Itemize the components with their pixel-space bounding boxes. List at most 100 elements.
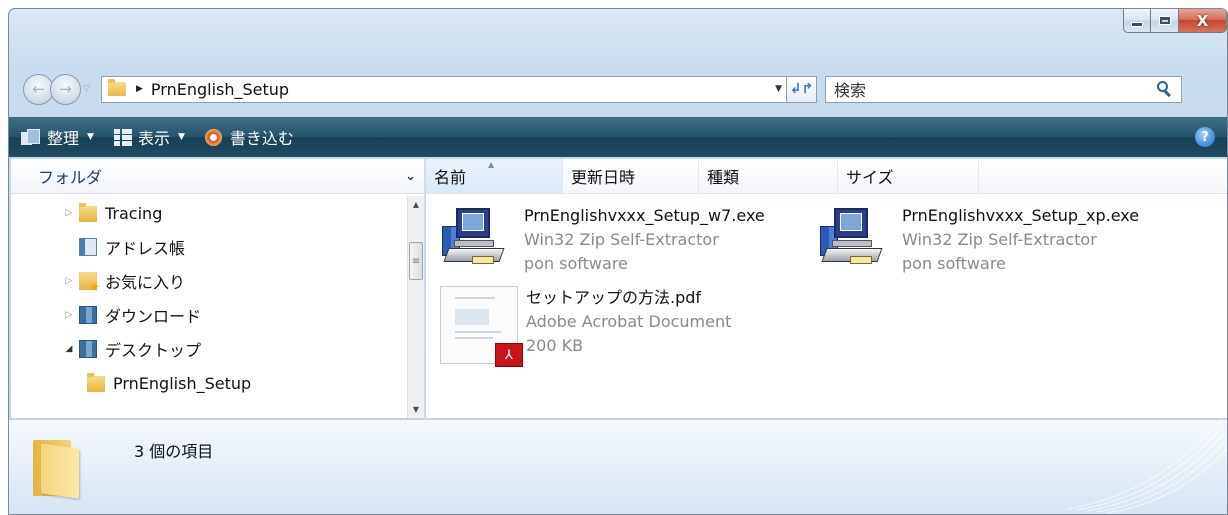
close-icon: X (1196, 11, 1209, 30)
scroll-down-icon[interactable]: ▼ (408, 401, 424, 418)
views-label: 表示 (137, 129, 170, 148)
chevron-down-icon[interactable]: ⌄ (405, 169, 416, 184)
organize-icon (21, 129, 40, 145)
file-type: Win32 Zip Self-Extractor (524, 230, 719, 249)
minimize-button[interactable] (1123, 9, 1151, 33)
folder-icon (33, 436, 79, 499)
tree-item-label: お気に入り (105, 273, 186, 292)
scroll-thumb[interactable]: ≡ (409, 242, 423, 280)
organize-button[interactable]: 整理 ▼ (21, 125, 94, 149)
file-type: Adobe Acrobat Document (526, 312, 732, 331)
tree-item-desktop[interactable]: ◢ デスクトップ (11, 332, 404, 366)
folder-icon (79, 203, 97, 222)
file-tile[interactable]: PrnEnglishvxxx_Setup_xp.exe Win32 Zip Se… (816, 204, 1139, 282)
installer-icon (816, 204, 894, 282)
item-count: 3 個の項目 (134, 442, 214, 461)
chevron-down-icon: ▼ (177, 132, 185, 142)
caption-buttons: X (1123, 9, 1227, 37)
folder-icon (87, 373, 105, 392)
tree-item-label: PrnEnglish_Setup (113, 373, 252, 393)
help-icon[interactable]: ? (1195, 127, 1215, 147)
column-headers: ▲ 名前 更新日時 種類 サイズ (426, 159, 1227, 194)
column-header-size[interactable]: サイズ (838, 159, 979, 193)
tree-item-downloads[interactable]: ▷ ダウンロード (11, 298, 404, 332)
burn-button[interactable]: 書き込む (204, 125, 294, 149)
folder-tree: ▷ Tracing アドレス帳 ▷ お気に入り ▷ ダウンロード ◢ (11, 196, 404, 400)
installer-icon (438, 204, 516, 282)
chevron-down-icon: ▼ (87, 132, 94, 142)
folder-pane-scrollbar[interactable]: ▲ ≡ ▼ (407, 196, 424, 418)
search-icon[interactable] (1157, 81, 1173, 98)
close-button[interactable]: X (1179, 9, 1227, 33)
search-placeholder: 検索 (834, 81, 867, 100)
maximize-icon (1158, 16, 1171, 25)
column-header-label: 名前 (434, 168, 467, 187)
refresh-button[interactable]: ↲↱ (787, 75, 817, 103)
search-input[interactable]: 検索 (825, 75, 1182, 103)
decorative-swoosh-icon (1066, 418, 1227, 514)
file-publisher: pon software (902, 254, 1006, 273)
column-header-date[interactable]: 更新日時 (563, 159, 699, 193)
address-dropdown-icon[interactable]: ▼ (775, 84, 782, 94)
folder-icon (108, 79, 126, 96)
tree-item-label: アドレス帳 (105, 239, 186, 258)
file-publisher: pon software (524, 254, 628, 273)
tree-item-favorites[interactable]: ▷ お気に入り (11, 264, 404, 298)
maximize-button[interactable] (1151, 9, 1179, 33)
file-list: ▲ 名前 更新日時 種類 サイズ PrnEnglishvxxx_Setup_w7… (426, 159, 1227, 418)
file-name: セットアップの方法.pdf (526, 288, 702, 307)
tree-item-label: デスクトップ (105, 341, 202, 360)
pdf-icon: ⅄ (495, 343, 523, 367)
folder-pane-title: フォルダ (38, 168, 103, 187)
tree-item-address-book[interactable]: アドレス帳 (11, 230, 404, 264)
scroll-up-icon[interactable]: ▲ (408, 196, 424, 213)
disc-burn-icon (204, 128, 222, 146)
explorer-window: X ← → ▽ ▶ PrnEnglish_Setup ▼ ↲↱ 検索 整理 ▼ … (8, 8, 1228, 515)
tree-item-label: Tracing (105, 203, 163, 223)
sort-ascending-icon: ▲ (488, 160, 495, 169)
refresh-icon: ↲↱ (789, 81, 814, 97)
breadcrumb[interactable]: PrnEnglish_Setup (151, 80, 289, 99)
expand-arrow-icon[interactable]: ▷ (63, 208, 75, 218)
tree-item-prnenglish-setup[interactable]: PrnEnglish_Setup (11, 366, 404, 400)
file-tile[interactable]: ⅄ セットアップの方法.pdf Adobe Acrobat Document 2… (440, 286, 732, 367)
tree-item-label: ダウンロード (105, 307, 202, 326)
details-pane: 3 個の項目 (9, 418, 1227, 514)
folder-pane: フォルダ ⌄ ▷ Tracing アドレス帳 ▷ お気に入り ▷ ダ (11, 159, 425, 418)
column-header-label: 種類 (707, 168, 740, 187)
address-book-icon (79, 238, 97, 256)
forward-button[interactable]: → (50, 73, 81, 105)
column-header-label: 更新日時 (571, 168, 636, 187)
file-type: Win32 Zip Self-Extractor (902, 230, 1097, 249)
back-arrow-icon: ← (32, 80, 45, 98)
expand-arrow-icon[interactable]: ▷ (63, 276, 75, 286)
downloads-icon (79, 306, 97, 324)
forward-arrow-icon: → (59, 80, 72, 98)
organize-label: 整理 (47, 129, 80, 148)
breadcrumb-separator-icon[interactable]: ▶ (136, 84, 143, 94)
burn-label: 書き込む (229, 129, 294, 148)
help-glyph: ? (1201, 129, 1209, 145)
pdf-thumbnail: ⅄ (440, 286, 523, 367)
views-button[interactable]: 表示 ▼ (113, 125, 185, 149)
command-bar: 整理 ▼ 表示 ▼ 書き込む ? (9, 117, 1227, 157)
column-header-label: サイズ (846, 168, 894, 187)
desktop-icon (79, 340, 97, 358)
minimize-icon (1131, 22, 1143, 27)
column-header-name[interactable]: ▲ 名前 (426, 159, 563, 193)
navigation-bar: ← → ▽ ▶ PrnEnglish_Setup ▼ ↲↱ 検索 (23, 71, 1227, 107)
collapse-arrow-icon[interactable]: ◢ (63, 344, 75, 354)
views-icon (113, 129, 132, 146)
file-tile[interactable]: PrnEnglishvxxx_Setup_w7.exe Win32 Zip Se… (438, 204, 765, 282)
folder-pane-header[interactable]: フォルダ ⌄ (11, 159, 424, 194)
favorites-icon (79, 272, 100, 294)
file-size: 200 KB (526, 336, 584, 355)
column-header-type[interactable]: 種類 (699, 159, 838, 193)
address-bar[interactable]: ▶ PrnEnglish_Setup ▼ (101, 75, 787, 103)
file-name: PrnEnglishvxxx_Setup_xp.exe (902, 206, 1140, 225)
recent-pages-dropdown[interactable]: ▽ (83, 84, 95, 94)
expand-arrow-icon[interactable]: ▷ (63, 310, 75, 320)
file-name: PrnEnglishvxxx_Setup_w7.exe (524, 206, 765, 225)
file-tiles: PrnEnglishvxxx_Setup_w7.exe Win32 Zip Se… (426, 194, 1227, 418)
tree-item-tracing[interactable]: ▷ Tracing (11, 196, 404, 230)
